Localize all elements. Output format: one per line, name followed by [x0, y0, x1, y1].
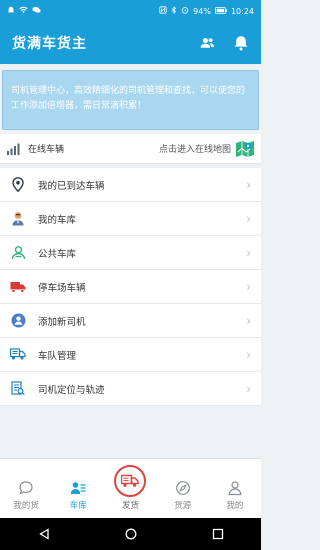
garage-menu: 我的已到达车辆 › 我的车库 › 公共车库 › 停车场车辆 › 添加新司机 › … [0, 168, 261, 406]
online-map-link[interactable]: 点击进入在线地图 [159, 142, 231, 155]
menu-item-arrived-vehicles[interactable]: 我的已到达车辆 › [0, 168, 261, 202]
ship-truck-icon [114, 465, 147, 497]
truck-icon [10, 279, 26, 295]
tab-mine[interactable]: 我的 [209, 480, 261, 511]
tab-ship[interactable]: 发货 [104, 465, 156, 511]
message-icon [32, 6, 41, 16]
bluetooth-icon [171, 6, 177, 16]
bell-icon [7, 6, 15, 16]
chevron-right-icon: › [246, 381, 251, 396]
menu-item-parking-vehicles[interactable]: 停车场车辆 › [0, 270, 261, 304]
chevron-right-icon: › [246, 313, 251, 328]
alarm-icon [181, 6, 189, 16]
menu-item-label: 车队管理 [38, 350, 77, 362]
battery-text: 94% [193, 6, 211, 16]
online-vehicles-label: 在线车辆 [28, 145, 65, 155]
menu-item-label: 添加新司机 [38, 316, 86, 328]
menu-item-driver-tracking[interactable]: 司机定位与轨迹 › [0, 372, 261, 406]
nfc-icon [159, 6, 167, 16]
menu-item-my-garage[interactable]: 我的车库 › [0, 202, 261, 236]
wifi-icon [19, 6, 28, 16]
chevron-right-icon: › [246, 347, 251, 362]
home-icon[interactable] [125, 528, 137, 540]
menu-item-label: 公共车库 [38, 248, 77, 260]
tab-cargo-source[interactable]: 货源 [157, 480, 209, 511]
add-driver-icon [10, 313, 26, 329]
menu-item-label: 我的已到达车辆 [38, 180, 105, 192]
location-pin-icon [10, 177, 26, 193]
public-garage-icon [10, 245, 26, 261]
recents-icon[interactable] [212, 528, 224, 540]
status-bar: 94% 10:24 [0, 0, 261, 22]
menu-item-label: 停车场车辆 [38, 282, 86, 294]
user-icon [228, 481, 242, 496]
person-icon [10, 211, 26, 227]
compass-icon [175, 481, 190, 495]
online-vehicles-row[interactable]: 在线车辆 点击进入在线地图 [0, 134, 261, 164]
locate-track-icon [10, 381, 26, 397]
bottom-tab-bar: 我的货 车库 发货 货源 我的 [0, 458, 261, 518]
info-banner: 司机管理中心，高效精细化的司机管理和查找，可以使您的工作添加倍增器，需日常滴积累… [2, 70, 259, 130]
map-icon[interactable] [235, 139, 255, 159]
notification-bell-icon[interactable] [233, 35, 249, 51]
signal-bars-icon [7, 143, 20, 155]
clock-time: 10:24 [230, 6, 254, 16]
menu-item-public-garage[interactable]: 公共车库 › [0, 236, 261, 270]
tab-label: 我的货 [13, 501, 39, 511]
chevron-right-icon: › [246, 211, 251, 226]
menu-item-label: 我的车库 [38, 214, 77, 226]
menu-item-fleet-management[interactable]: 车队管理 › [0, 338, 261, 372]
garage-icon [71, 482, 86, 494]
menu-item-label: 司机定位与轨迹 [38, 384, 105, 396]
tab-label: 发货 [121, 501, 139, 511]
tab-label: 车库 [69, 501, 87, 511]
tab-label: 货源 [174, 501, 192, 511]
battery-icon [214, 6, 227, 16]
chevron-right-icon: › [246, 177, 251, 192]
fleet-icon [10, 347, 26, 363]
app-title: 货满车货主 [12, 36, 87, 52]
back-icon[interactable] [38, 528, 50, 540]
tab-garage[interactable]: 车库 [52, 480, 104, 511]
tab-label: 我的 [226, 501, 244, 511]
chevron-right-icon: › [246, 245, 251, 260]
tab-my-cargo[interactable]: 我的货 [0, 480, 52, 511]
contacts-icon[interactable] [199, 35, 215, 51]
app-bar: 货满车货主 [0, 22, 261, 64]
chat-icon [19, 481, 33, 495]
system-nav-bar [0, 518, 261, 550]
chevron-right-icon: › [246, 279, 251, 294]
menu-item-add-driver[interactable]: 添加新司机 › [0, 304, 261, 338]
